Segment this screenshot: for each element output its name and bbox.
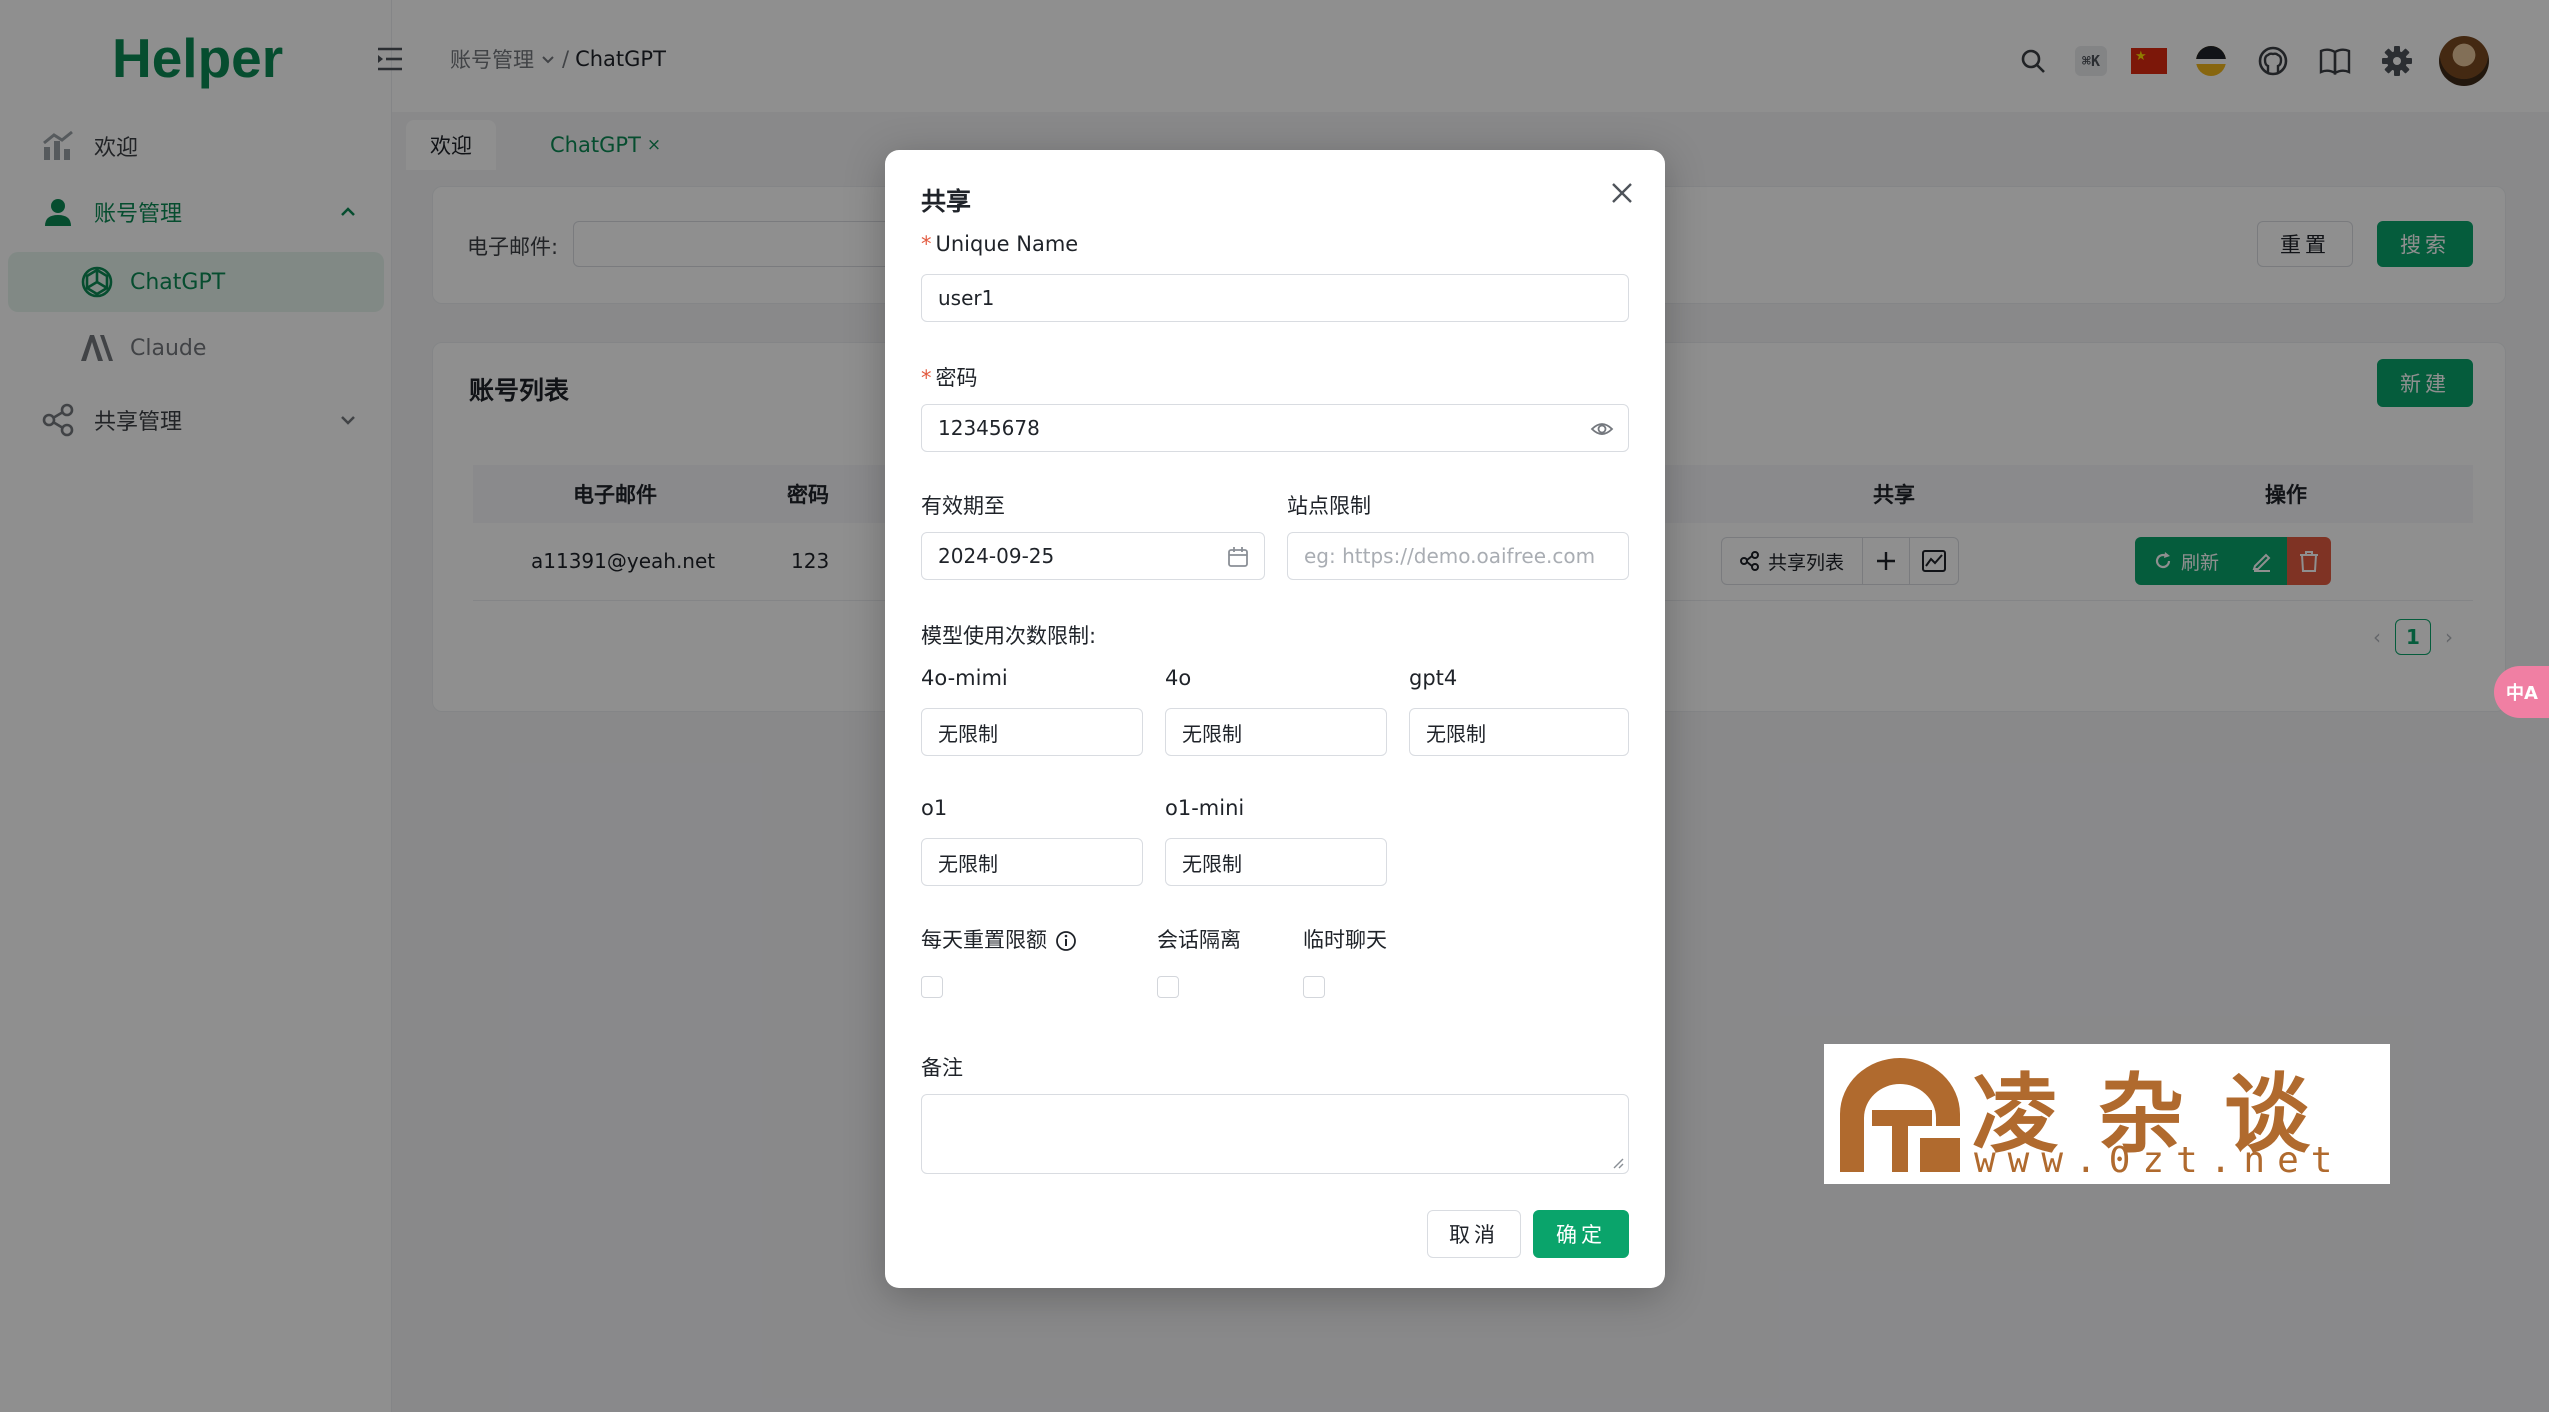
temp-chat-label: 临时聊天: [1303, 928, 1387, 952]
eye-icon[interactable]: [1590, 417, 1614, 441]
password-label-text: 密码: [935, 366, 978, 390]
cancel-button[interactable]: 取消: [1427, 1210, 1521, 1258]
translate-bubble[interactable]: 中A: [2494, 666, 2549, 718]
expire-label: 有效期至: [921, 494, 1005, 518]
watermark-logo-icon: [1840, 1058, 1960, 1172]
share-modal: 共享 * Unique Name user1 * 密码 12345678 有效期至 …: [885, 150, 1665, 1288]
model-limit-input-o1[interactable]: 无限制: [921, 838, 1143, 886]
app-root: Helper 欢迎 账号管理 ChatGPT Claude 共享管理 账号管理 …: [0, 0, 2549, 1412]
password-input[interactable]: 12345678: [921, 404, 1629, 452]
close-icon[interactable]: [1607, 178, 1637, 208]
model-label-4o-mimi: 4o-mimi: [921, 666, 1008, 690]
watermark-url: www.0zt.net: [1974, 1140, 2345, 1181]
daily-reset-checkbox[interactable]: [921, 976, 943, 998]
model-label-o1: o1: [921, 796, 948, 820]
model-limit-value: 无限制: [1182, 851, 1242, 876]
watermark-image: 凌杂谈 www.0zt.net: [1824, 1044, 2390, 1184]
password-value: 12345678: [938, 416, 1040, 440]
expire-date-value: 2024-09-25: [938, 544, 1055, 568]
unique-name-value: user1: [938, 286, 995, 310]
daily-reset-label-text: 每天重置限额: [921, 928, 1047, 952]
confirm-button[interactable]: 确定: [1533, 1210, 1629, 1258]
password-label: * 密码: [921, 362, 978, 392]
unique-name-label-text: Unique Name: [935, 232, 1079, 256]
model-limit-label: 模型使用次数限制:: [921, 624, 1097, 648]
model-limit-input-4o-mimi[interactable]: 无限制: [921, 708, 1143, 756]
model-limit-value: 无限制: [1426, 721, 1486, 746]
model-label-gpt4: gpt4: [1409, 666, 1458, 690]
required-mark: *: [921, 232, 932, 256]
daily-reset-label: 每天重置限额: [921, 924, 1077, 954]
session-isolation-checkbox[interactable]: [1157, 976, 1179, 998]
required-mark: *: [921, 366, 932, 390]
model-limit-value: 无限制: [938, 851, 998, 876]
resize-handle-icon[interactable]: [1612, 1157, 1624, 1169]
site-limit-label: 站点限制: [1287, 494, 1371, 518]
model-limit-input-gpt4[interactable]: 无限制: [1409, 708, 1629, 756]
site-limit-placeholder: eg: https://demo.oaifree.com: [1304, 544, 1596, 568]
model-limit-input-o1-mini[interactable]: 无限制: [1165, 838, 1387, 886]
model-label-4o: 4o: [1165, 666, 1192, 690]
temp-chat-checkbox[interactable]: [1303, 976, 1325, 998]
info-icon[interactable]: [1055, 930, 1077, 952]
unique-name-input[interactable]: user1: [921, 274, 1629, 322]
note-label: 备注: [921, 1056, 963, 1080]
site-limit-input[interactable]: eg: https://demo.oaifree.com: [1287, 532, 1629, 580]
calendar-icon: [1228, 547, 1248, 567]
model-label-o1-mini: o1-mini: [1165, 796, 1245, 820]
unique-name-label: * Unique Name: [921, 232, 1078, 256]
session-isolation-label: 会话隔离: [1157, 928, 1241, 952]
model-limit-value: 无限制: [1182, 721, 1242, 746]
model-limit-input-4o[interactable]: 无限制: [1165, 708, 1387, 756]
model-limit-value: 无限制: [938, 721, 998, 746]
expire-date-picker[interactable]: 2024-09-25: [921, 532, 1265, 580]
note-textarea[interactable]: [921, 1094, 1629, 1174]
modal-title: 共享: [921, 187, 972, 216]
